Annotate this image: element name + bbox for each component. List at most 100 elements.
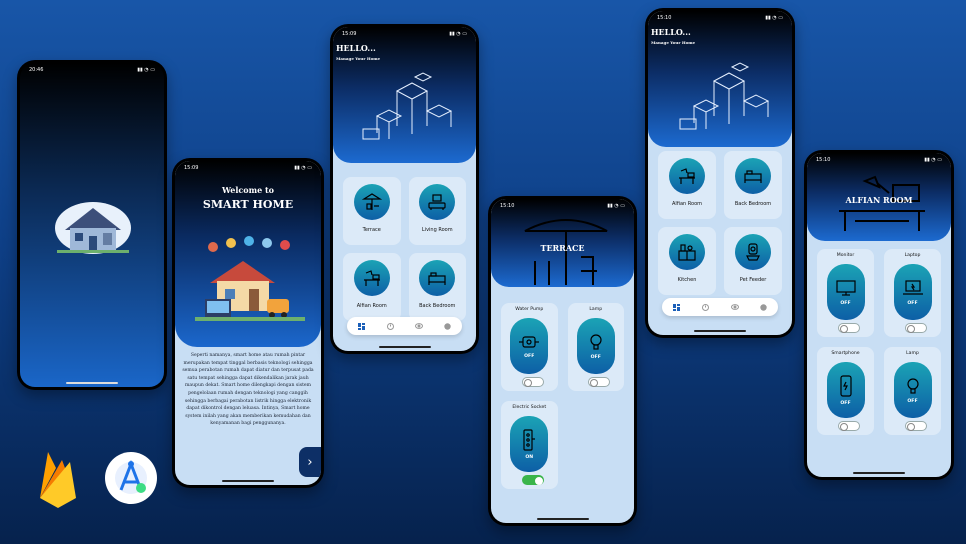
- room-card-pet-feeder[interactable]: Pet Feeder: [724, 227, 782, 295]
- home-indicator: [536, 518, 589, 520]
- device-pill: OFF: [826, 362, 865, 418]
- room-name: Living Room: [421, 227, 453, 233]
- greeting-block: HELLO... Manage Your Home: [336, 43, 380, 61]
- welcome-title: Welcome to SMART HOME: [175, 185, 321, 211]
- umbrella-table-icon: [353, 184, 390, 220]
- home-screen-phone-1: 15:09 ▮▮ ◔ ▭ HELLO... Manage Your Home T…: [330, 24, 479, 354]
- signal-icons: ▮▮ ◔ ▭: [765, 15, 783, 21]
- alfian-room-screen-phone: 15:10 ▮▮ ◔ ▭ ALFIAN ROOM Monitor OFF Lap…: [804, 150, 954, 480]
- next-button[interactable]: ›: [299, 447, 321, 477]
- device-state: OFF: [840, 400, 851, 406]
- terrace-screen: 15:10 ▮▮ ◔ ▭ TERRACE Water Pump OFF Lamp: [491, 199, 634, 523]
- device-toggle[interactable]: [838, 421, 860, 431]
- greeting-subtitle: Manage Your Home: [336, 56, 381, 61]
- greeting-subtitle: Manage Your Home: [651, 40, 696, 45]
- smartphone-icon: [839, 374, 852, 397]
- device-toggle[interactable]: [905, 323, 927, 333]
- room-card-terrace[interactable]: Terrace: [343, 177, 401, 245]
- status-time: 15:10: [657, 15, 672, 21]
- home-screen: 15:09 ▮▮ ◔ ▭ HELLO... Manage Your Home T…: [333, 27, 476, 351]
- home-indicator: [222, 480, 274, 482]
- welcome-description: Seperti namanya, smart home atau rumah p…: [182, 353, 314, 427]
- greeting-title: HELLO...: [651, 27, 691, 37]
- eye-icon[interactable]: [730, 303, 739, 311]
- welcome-title-line1: Welcome to: [221, 185, 275, 195]
- device-card-lamp[interactable]: Lamp OFF: [567, 303, 624, 391]
- kitchen-icon: [669, 234, 705, 270]
- monitor-icon: [835, 279, 856, 296]
- room-grid: Alfian Room Back Bedroom Kitchen Pet Fee…: [658, 151, 782, 295]
- signal-icons: ▮▮ ◔ ▭: [137, 67, 155, 73]
- room-name: Pet Feeder: [739, 277, 767, 283]
- sofa-icon: [419, 184, 456, 220]
- device-card-electric-socket[interactable]: Electric Socket ON: [501, 401, 558, 489]
- house-logo-icon: [55, 202, 131, 254]
- room-card-alfian-room[interactable]: Alfian Room: [658, 151, 716, 219]
- isometric-city-illustration-icon: [679, 62, 770, 130]
- device-toggle[interactable]: [521, 377, 544, 387]
- splash-screen-phone: 20:46 ▮▮ ◔ ▭: [17, 60, 167, 390]
- device-pill: ON: [510, 416, 549, 472]
- room-card-kitchen[interactable]: Kitchen: [658, 227, 716, 295]
- bed-icon: [419, 260, 456, 296]
- eye-icon[interactable]: [414, 322, 423, 330]
- info-icon[interactable]: [444, 322, 452, 330]
- greeting-title: HELLO...: [336, 43, 376, 53]
- bed-icon: [735, 158, 771, 194]
- room-name: Kitchen: [677, 277, 697, 283]
- room-title: ALFIAN ROOM: [845, 195, 913, 205]
- device-card-laptop[interactable]: Laptop OFF: [884, 249, 941, 337]
- room-card-alfian-room[interactable]: Alfian Room: [343, 253, 401, 321]
- home-indicator: [378, 346, 431, 348]
- room-name: Back Bedroom: [734, 201, 772, 207]
- device-toggle[interactable]: [588, 377, 610, 387]
- device-pill: OFF: [893, 362, 932, 418]
- device-name: Laptop: [904, 253, 921, 258]
- device-card-lamp[interactable]: Lamp OFF: [884, 347, 941, 435]
- timer-icon[interactable]: [702, 303, 710, 311]
- bulb-icon: [590, 333, 602, 350]
- alfian-room-screen: 15:10 ▮▮ ◔ ▭ ALFIAN ROOM Monitor OFF Lap…: [807, 153, 951, 477]
- status-bar: 15:10 ▮▮ ◔ ▭: [807, 153, 951, 167]
- home-screen-phone-2: 15:10 ▮▮ ◔ ▭ HELLO... Manage Your Home A…: [645, 8, 795, 338]
- room-name: Alfian Room: [356, 303, 387, 309]
- device-pill: OFF: [826, 264, 865, 320]
- desk-lamp-icon: [353, 260, 390, 296]
- grid-icon[interactable]: [673, 303, 681, 311]
- device-card-monitor[interactable]: Monitor OFF: [817, 249, 874, 337]
- room-card-back-bedroom[interactable]: Back Bedroom: [724, 151, 782, 219]
- device-state: OFF: [590, 354, 601, 360]
- home-indicator: [853, 472, 905, 474]
- bulb-icon: [906, 377, 919, 394]
- status-bar: 20:46 ▮▮ ◔ ▭: [20, 63, 164, 77]
- device-toggle[interactable]: [905, 421, 927, 431]
- water-pump-icon: [519, 335, 540, 348]
- device-state: OFF: [907, 398, 918, 404]
- firebase-logo: [40, 452, 76, 508]
- grid-icon[interactable]: [357, 322, 365, 330]
- room-grid: Terrace Living Room Alfian Room Back Bed…: [343, 177, 466, 321]
- device-card-smartphone[interactable]: Smartphone OFF: [817, 347, 874, 435]
- signal-icons: ▮▮ ◔ ▭: [924, 157, 942, 163]
- room-card-living-room[interactable]: Living Room: [408, 177, 466, 245]
- device-name: Water Pump: [515, 307, 544, 312]
- device-grid: Water Pump OFF Lamp OFF Electric Socket: [501, 303, 624, 489]
- timer-icon[interactable]: [386, 322, 394, 330]
- device-card-water-pump[interactable]: Water Pump OFF: [501, 303, 558, 391]
- status-bar: 15:10 ▮▮ ◔ ▭: [491, 199, 634, 213]
- room-card-back-bedroom[interactable]: Back Bedroom: [408, 253, 466, 321]
- home-screen-scrolled: 15:10 ▮▮ ◔ ▭ HELLO... Manage Your Home A…: [648, 11, 792, 335]
- device-name: Monitor: [836, 253, 855, 258]
- device-state: OFF: [840, 300, 851, 306]
- device-toggle[interactable]: [838, 323, 860, 333]
- status-time: 15:09: [184, 165, 199, 171]
- info-icon[interactable]: [760, 303, 768, 311]
- greeting-block: HELLO... Manage Your Home: [651, 27, 695, 45]
- device-toggle[interactable]: [521, 475, 544, 485]
- device-name: Smartphone: [831, 351, 860, 356]
- socket-icon: [523, 428, 536, 451]
- device-pill: OFF: [893, 264, 932, 320]
- desk-lamp-icon: [669, 158, 705, 194]
- android-studio-logo: [105, 452, 157, 504]
- signal-icons: ▮▮ ◔ ▭: [294, 165, 312, 171]
